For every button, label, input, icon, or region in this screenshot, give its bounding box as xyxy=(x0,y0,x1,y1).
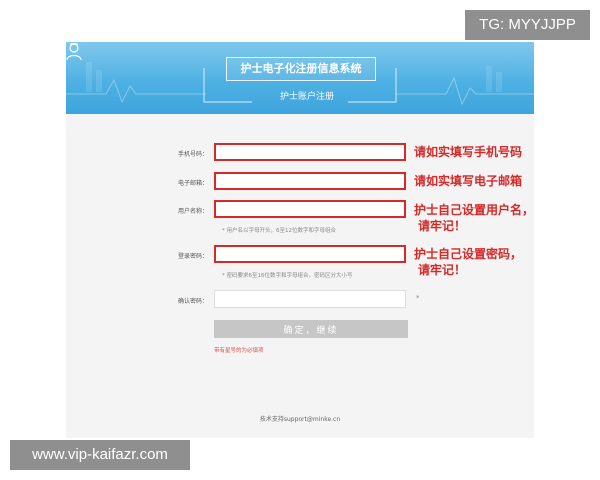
support-footer: 技术支持support@minke.cn xyxy=(259,416,341,423)
username-field[interactable] xyxy=(214,200,406,218)
username-annotation-line2: 请牢记！ xyxy=(418,219,467,233)
username-annotation-line1: 护士自己设置用户名， xyxy=(414,203,534,217)
required-note: 带有星号的为必填项 xyxy=(214,348,264,354)
top-right-watermark: TG: MYYJJPP xyxy=(465,10,590,40)
password-annotation: 护士自己设置密码， 请牢记！ xyxy=(414,246,522,278)
confirm-continue-button[interactable]: 确定，继续 xyxy=(214,320,408,338)
email-label: 电子邮箱： xyxy=(177,180,208,187)
email-field[interactable] xyxy=(214,172,406,190)
phone-field[interactable] xyxy=(214,143,406,161)
password-annotation-line2: 请牢记！ xyxy=(418,263,467,277)
username-label: 用户名称： xyxy=(177,208,208,215)
page-title: 护士电子化注册信息系统 xyxy=(226,57,376,81)
password-label: 登录密码： xyxy=(177,253,208,260)
nurse-icon xyxy=(66,43,82,60)
email-annotation: 请如实填写电子邮箱 xyxy=(414,174,523,188)
bottom-left-watermark: www.vip-kaifazr.com xyxy=(10,440,190,470)
password-annotation-line1: 护士自己设置密码， xyxy=(414,247,523,261)
password-hint: * 密码要求6至16位数字和字母组合，密码区分大小写 xyxy=(222,273,353,279)
page-subtitle: 护士账户注册 xyxy=(280,92,335,102)
password-field[interactable] xyxy=(214,245,406,263)
username-hint: * 用户名以字母开头，6至12位数字和字母组合 xyxy=(222,228,336,234)
username-annotation: 护士自己设置用户名， 请牢记！ xyxy=(414,202,534,234)
required-star: * xyxy=(416,294,420,302)
confirm-password-field[interactable] xyxy=(214,290,406,308)
confirm-password-label: 确认密码： xyxy=(177,298,208,305)
header-banner: 护士电子化注册信息系统 护士账户注册 xyxy=(66,42,534,114)
phone-label: 手机号码： xyxy=(177,151,208,158)
phone-annotation: 请如实填写手机号码 xyxy=(414,145,523,159)
registration-card: 护士电子化注册信息系统 护士账户注册 手机号码： 请如实填写手机号码 电子邮箱：… xyxy=(66,42,534,438)
